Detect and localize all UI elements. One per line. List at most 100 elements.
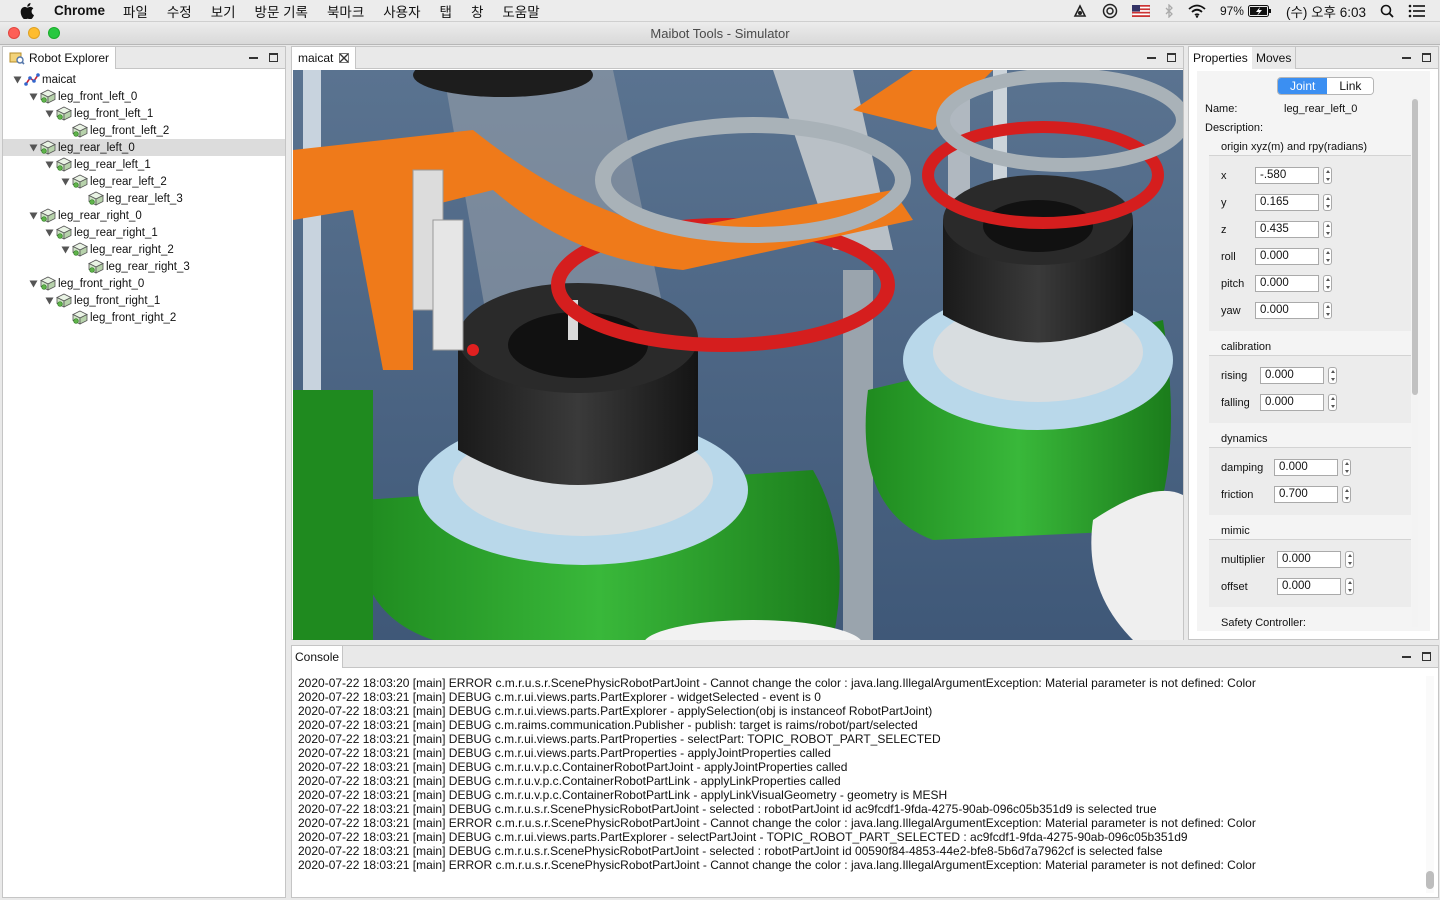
tab-robot-explorer[interactable]: Robot Explorer [3,47,117,69]
friction-stepper[interactable] [1342,486,1351,503]
joint-cube-icon [40,140,56,156]
tree-node[interactable]: leg_rear_right_1 [3,224,285,241]
notification-center-icon[interactable] [1408,4,1426,18]
tree-node[interactable]: leg_front_left_2 [3,122,285,139]
expand-toggle-icon[interactable] [44,109,54,119]
joint-cube-icon [72,174,88,190]
damping-field[interactable]: 0.000 [1274,459,1338,476]
tab-maicat[interactable]: maicat [292,47,357,69]
menu-bookmarks[interactable]: 북마크 [327,1,364,21]
y-field[interactable]: 0.165 [1255,194,1319,211]
yaw-field[interactable]: 0.000 [1255,302,1319,319]
wifi-icon[interactable] [1188,4,1206,18]
maximize-properties-button[interactable] [1420,51,1432,63]
clock[interactable]: (수) 오후 6:03 [1286,1,1366,21]
menu-help[interactable]: 도움말 [502,1,539,21]
log-line: 2020-07-22 18:03:21 [main] DEBUG c.m.rai… [298,718,918,732]
z-field[interactable]: 0.435 [1255,221,1319,238]
pitch-field[interactable]: 0.000 [1255,275,1319,292]
falling-field[interactable]: 0.000 [1260,394,1324,411]
extension-icon[interactable] [1072,3,1088,19]
3d-viewport[interactable] [293,70,1183,640]
y-stepper[interactable] [1323,194,1332,211]
rising-field[interactable]: 0.000 [1260,367,1324,384]
zoom-window-button[interactable] [48,27,60,39]
joint-cube-icon [72,242,88,258]
friction-field[interactable]: 0.700 [1274,486,1338,503]
roll-field[interactable]: 0.000 [1255,248,1319,265]
expand-toggle-icon[interactable] [60,245,70,255]
minimize-console-button[interactable] [1400,650,1412,662]
tree-node[interactable]: leg_front_right_2 [3,309,285,326]
pitch-stepper[interactable] [1323,275,1332,292]
roll-stepper[interactable] [1323,248,1332,265]
openai-icon[interactable] [1102,3,1118,19]
minimize-panel-button[interactable] [247,51,259,63]
dynamics-group [1209,447,1411,515]
tree-node[interactable]: leg_front_right_1 [3,292,285,309]
segment-link[interactable]: Link [1327,78,1374,94]
tab-moves[interactable]: Moves [1252,47,1297,69]
console-scroll-thumb[interactable] [1426,871,1434,889]
tree-node[interactable]: leg_rear_left_1 [3,156,285,173]
offset-stepper[interactable] [1345,578,1354,595]
tab-properties[interactable]: Properties [1189,47,1253,69]
damping-stepper[interactable] [1342,459,1351,476]
tree-node[interactable]: leg_rear_right_3 [3,258,285,275]
tree-node[interactable]: maicat [3,71,285,88]
minimize-properties-button[interactable] [1400,51,1412,63]
minimize-window-button[interactable] [28,27,40,39]
expand-toggle-icon[interactable] [44,160,54,170]
falling-stepper[interactable] [1328,394,1337,411]
tree-node[interactable]: leg_rear_right_2 [3,241,285,258]
x-field[interactable]: -.580 [1255,167,1319,184]
menu-file[interactable]: 파일 [123,1,148,21]
expand-toggle-icon[interactable] [44,296,54,306]
close-tab-icon[interactable] [339,53,350,63]
tree-node[interactable]: leg_rear_left_0 [3,139,285,156]
tab-console[interactable]: Console [292,646,344,668]
app-name-menu[interactable]: Chrome [54,3,105,18]
minimize-viewport-button[interactable] [1145,51,1157,63]
tree-node[interactable]: leg_front_right_0 [3,275,285,292]
maximize-panel-button[interactable] [267,51,279,63]
console-scrollbar[interactable] [1426,676,1434,893]
spotlight-search-icon[interactable] [1380,4,1394,18]
menu-window[interactable]: 창 [471,1,483,21]
expand-toggle-icon[interactable] [28,92,38,102]
menu-tab[interactable]: 탭 [440,1,452,21]
tree-node[interactable]: leg_front_left_1 [3,105,285,122]
properties-scrollbar[interactable] [1412,97,1418,627]
expand-toggle-icon[interactable] [28,143,38,153]
expand-toggle-icon[interactable] [12,75,22,85]
expand-toggle-icon[interactable] [28,279,38,289]
maximize-viewport-button[interactable] [1165,51,1177,63]
tree-node[interactable]: leg_rear_right_0 [3,207,285,224]
offset-field[interactable]: 0.000 [1277,578,1341,595]
multiplier-field[interactable]: 0.000 [1277,551,1341,568]
close-window-button[interactable] [8,27,20,39]
tree-node[interactable]: leg_front_left_0 [3,88,285,105]
tree-node[interactable]: leg_rear_left_3 [3,190,285,207]
menu-history[interactable]: 방문 기록 [255,1,308,21]
expand-toggle-icon[interactable] [44,228,54,238]
menu-people[interactable]: 사용자 [383,1,420,21]
apple-icon[interactable] [20,2,38,19]
rising-stepper[interactable] [1328,367,1337,384]
expand-toggle-icon[interactable] [28,211,38,221]
z-stepper[interactable] [1323,221,1332,238]
expand-toggle-icon[interactable] [60,177,70,187]
us-flag-icon[interactable] [1131,5,1150,17]
tab-maicat-label: maicat [298,51,334,65]
x-stepper[interactable] [1323,167,1332,184]
maximize-console-button[interactable] [1420,650,1432,662]
battery-icon[interactable] [1247,5,1272,17]
menu-edit[interactable]: 수정 [167,1,192,21]
properties-scroll-thumb[interactable] [1412,99,1418,395]
segment-joint[interactable]: Joint [1278,78,1328,94]
yaw-stepper[interactable] [1323,302,1332,319]
tree-node[interactable]: leg_rear_left_2 [3,173,285,190]
multiplier-stepper[interactable] [1345,551,1354,568]
menu-view[interactable]: 보기 [211,1,236,21]
bluetooth-icon[interactable] [1164,4,1174,18]
